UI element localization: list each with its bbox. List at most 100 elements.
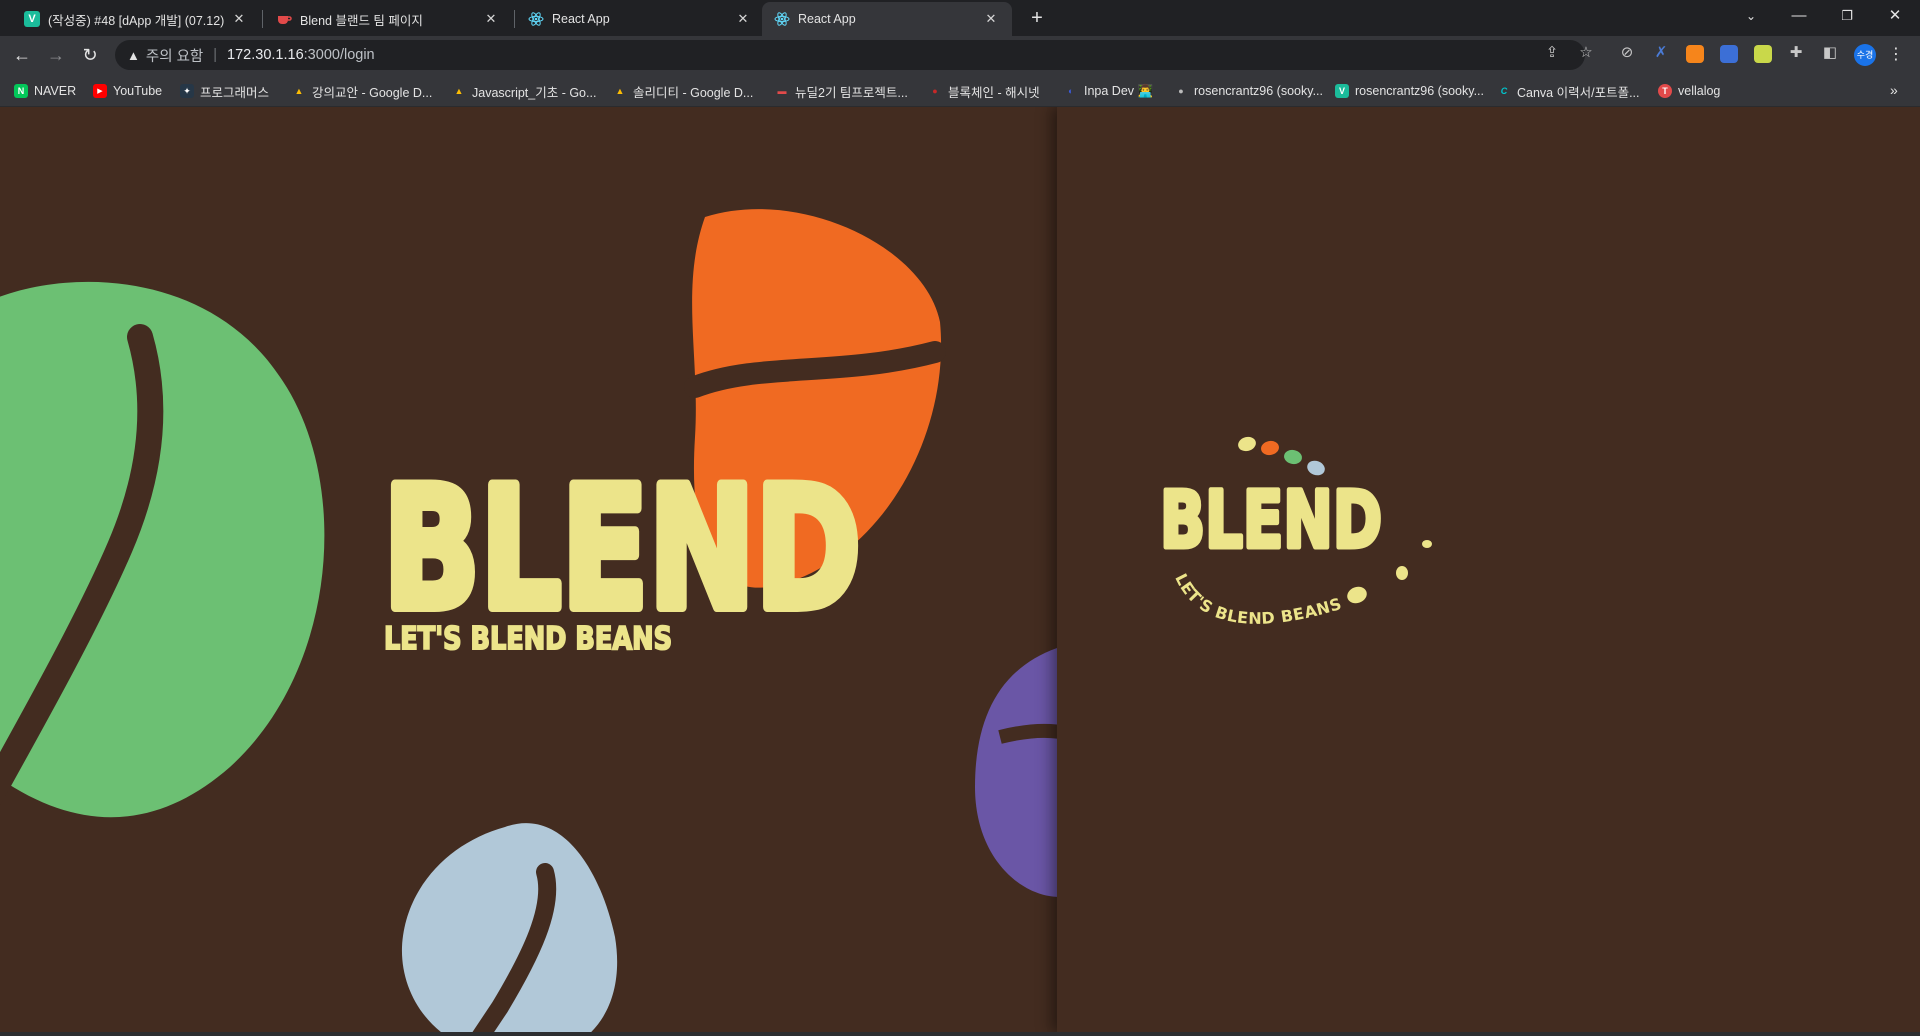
tab-0[interactable]: V (작성중) #48 [dApp 개발] (07.12) ✕ <box>12 2 260 36</box>
close-window-button[interactable]: ✕ <box>1872 0 1918 32</box>
share-icon[interactable]: ⇪ <box>1542 43 1562 63</box>
reload-button[interactable]: ↻ <box>77 42 103 68</box>
puzzle-extensions-icon[interactable]: ✚ <box>1786 43 1806 63</box>
tab-separator <box>262 10 263 28</box>
google-drive-icon: ▲ <box>615 86 625 96</box>
bookmark-item[interactable]: Vrosencrantz96 (sooky... <box>1335 82 1484 100</box>
bookmark-label: vellalog <box>1678 84 1721 98</box>
page-background <box>1509 107 1920 1032</box>
google-drive-icon: ▲ <box>454 86 464 96</box>
hero-illustration: BLEND LET'S BLEND BEANS <box>0 209 1057 1032</box>
react-icon <box>774 11 790 27</box>
inpa-dev-icon: ◐ <box>1068 86 1074 96</box>
forward-button[interactable]: → <box>43 42 69 68</box>
close-icon[interactable]: ✕ <box>482 11 500 27</box>
close-icon[interactable]: ✕ <box>982 11 1000 27</box>
bookmark-item[interactable]: ▲ 솔리디티 - Google D... <box>613 82 754 100</box>
bookmark-item[interactable]: ● rosencrantz96 (sooky... <box>1174 82 1323 100</box>
tab-1[interactable]: Blend 블랜드 팀 페이지 ✕ <box>264 2 512 36</box>
bookmark-label: NAVER <box>34 84 77 98</box>
metamask-extension-icon[interactable] <box>1686 45 1704 63</box>
bookmark-item[interactable]: ▬ 뉴딜2기 팀프로젝트... <box>775 82 908 100</box>
bookmark-label: 솔리디티 - Google D... <box>633 85 754 100</box>
navigation-toolbar: ← → ↻ ▲ 주의 요함 | 172.30.1.16 :3000/login … <box>0 36 1920 74</box>
logo-dot-icon <box>1422 540 1432 548</box>
tistory-icon: T <box>1658 84 1672 98</box>
hero-tagline: LET'S BLEND BEANS <box>384 621 672 657</box>
bookmark-item[interactable]: ✦ 프로그래머스 <box>180 82 269 100</box>
url-path: :3000/login <box>303 47 375 63</box>
restore-button[interactable]: ❐ <box>1824 0 1870 32</box>
menu-icon[interactable]: ⋮ <box>1886 44 1906 66</box>
tab-search-icon[interactable]: ⌄ <box>1728 0 1774 32</box>
url-host: 172.30.1.16 <box>227 47 304 63</box>
canva-icon: C <box>1500 86 1508 96</box>
address-bar[interactable]: ▲ 주의 요함 | 172.30.1.16 :3000/login <box>115 40 1585 70</box>
bookmark-item[interactable]: ▲ Javascript_기초 - Go... <box>452 82 597 100</box>
youtube-icon: ▶ <box>93 84 107 98</box>
warning-icon[interactable]: ▲ <box>127 48 140 63</box>
close-icon[interactable]: ✕ <box>230 11 248 27</box>
new-tab-button[interactable]: + <box>1024 5 1050 31</box>
hero-logo-text: BLEND <box>383 451 861 647</box>
tab-title: (작성중) #48 [dApp 개발] (07.12) <box>48 13 225 28</box>
bookmark-item[interactable]: N NAVER <box>14 82 76 100</box>
panel-logo-text: BLEND <box>1160 476 1382 566</box>
more-bookmarks-icon[interactable]: » <box>1890 82 1898 98</box>
small-beans-icon <box>1238 436 1325 476</box>
bookmark-label: rosencrantz96 (sooky... <box>1355 84 1484 98</box>
back-button[interactable]: ← <box>9 42 35 68</box>
profile-avatar[interactable]: 수경 <box>1854 44 1876 66</box>
side-panel-icon[interactable]: ◧ <box>1820 43 1840 63</box>
bookmark-star-icon[interactable]: ☆ <box>1576 43 1596 63</box>
tab-title: React App <box>798 12 856 26</box>
google-drive-icon: ▲ <box>294 86 304 96</box>
tab-separator <box>514 10 515 28</box>
tab-favicon-icon: V <box>24 11 40 27</box>
logo-dot-icon <box>1396 566 1408 580</box>
green-bean-icon <box>0 281 325 818</box>
programmers-icon: ✦ <box>180 84 194 98</box>
tab-bar: V (작성중) #48 [dApp 개발] (07.12) ✕ Blend 블랜… <box>0 0 1920 36</box>
react-icon <box>528 11 544 27</box>
page-viewport: BLEND LET'S BLEND BEANS BLEND LET'S BLEN… <box>0 107 1920 1032</box>
bookmark-item[interactable]: ▲ 강의교안 - Google D... <box>292 82 433 100</box>
extension-icon[interactable] <box>1754 45 1772 63</box>
bookmark-label: 블록체인 - 해시넷 <box>948 85 1040 100</box>
extension-translate-icon[interactable]: ✗ <box>1651 43 1671 63</box>
bookmark-item[interactable]: Tvellalog <box>1658 82 1720 100</box>
bookmark-label: 프로그래머스 <box>200 85 270 100</box>
bookmark-item[interactable]: ● 블록체인 - 해시넷 <box>928 82 1040 100</box>
bookmark-label: 강의교안 - Google D... <box>312 85 433 100</box>
mini-bean-icon <box>1347 586 1367 604</box>
tab-title: React App <box>552 12 610 26</box>
bookmark-label: rosencrantz96 (sooky... <box>1194 84 1323 98</box>
tab-title: Blend 블랜드 팀 페이지 <box>300 13 423 28</box>
bookmark-label: YouTube <box>113 84 163 98</box>
security-label[interactable]: 주의 요함 <box>146 45 203 66</box>
hashnet-icon: ● <box>932 86 938 96</box>
address-separator: | <box>213 47 218 63</box>
close-icon[interactable]: ✕ <box>734 11 752 27</box>
panel-logo: BLEND LET'S BLEND BEANS! <box>1057 107 1432 628</box>
cup-icon: ▬ <box>777 86 787 96</box>
extension-icon[interactable] <box>1720 45 1738 63</box>
extension-blocked-icon[interactable]: ⊘ <box>1617 43 1637 63</box>
blue-bean-icon <box>401 823 618 1032</box>
tab-3-active[interactable]: React App ✕ <box>762 2 1012 36</box>
bookmark-item[interactable]: C Canva 이력서/포트폴... <box>1497 82 1640 100</box>
velog-icon: V <box>1335 84 1349 98</box>
github-icon: ● <box>1178 86 1184 96</box>
bookmark-label: Inpa Dev 👨‍💻 <box>1084 83 1154 98</box>
bookmark-item[interactable]: ◐ Inpa Dev 👨‍💻 <box>1064 82 1153 100</box>
bookmark-item[interactable]: ▶ YouTube <box>93 82 162 100</box>
bookmarks-bar: N NAVER ▶ YouTube ✦ 프로그래머스 ▲ 강의교안 - Google D… <box>0 74 1920 107</box>
cup-icon <box>276 11 292 27</box>
tab-2[interactable]: React App ✕ <box>516 2 764 36</box>
bookmark-label: Javascript_기초 - Go... <box>472 85 597 100</box>
bookmark-label: 뉴딜2기 팀프로젝트... <box>795 85 908 100</box>
purple-bean-icon <box>975 648 1057 897</box>
login-panel: BLEND LET'S BLEND BEANS! <box>1057 107 1509 1032</box>
minimize-button[interactable]: — <box>1776 0 1822 32</box>
bookmark-label: Canva 이력서/포트폴... <box>1517 85 1640 100</box>
